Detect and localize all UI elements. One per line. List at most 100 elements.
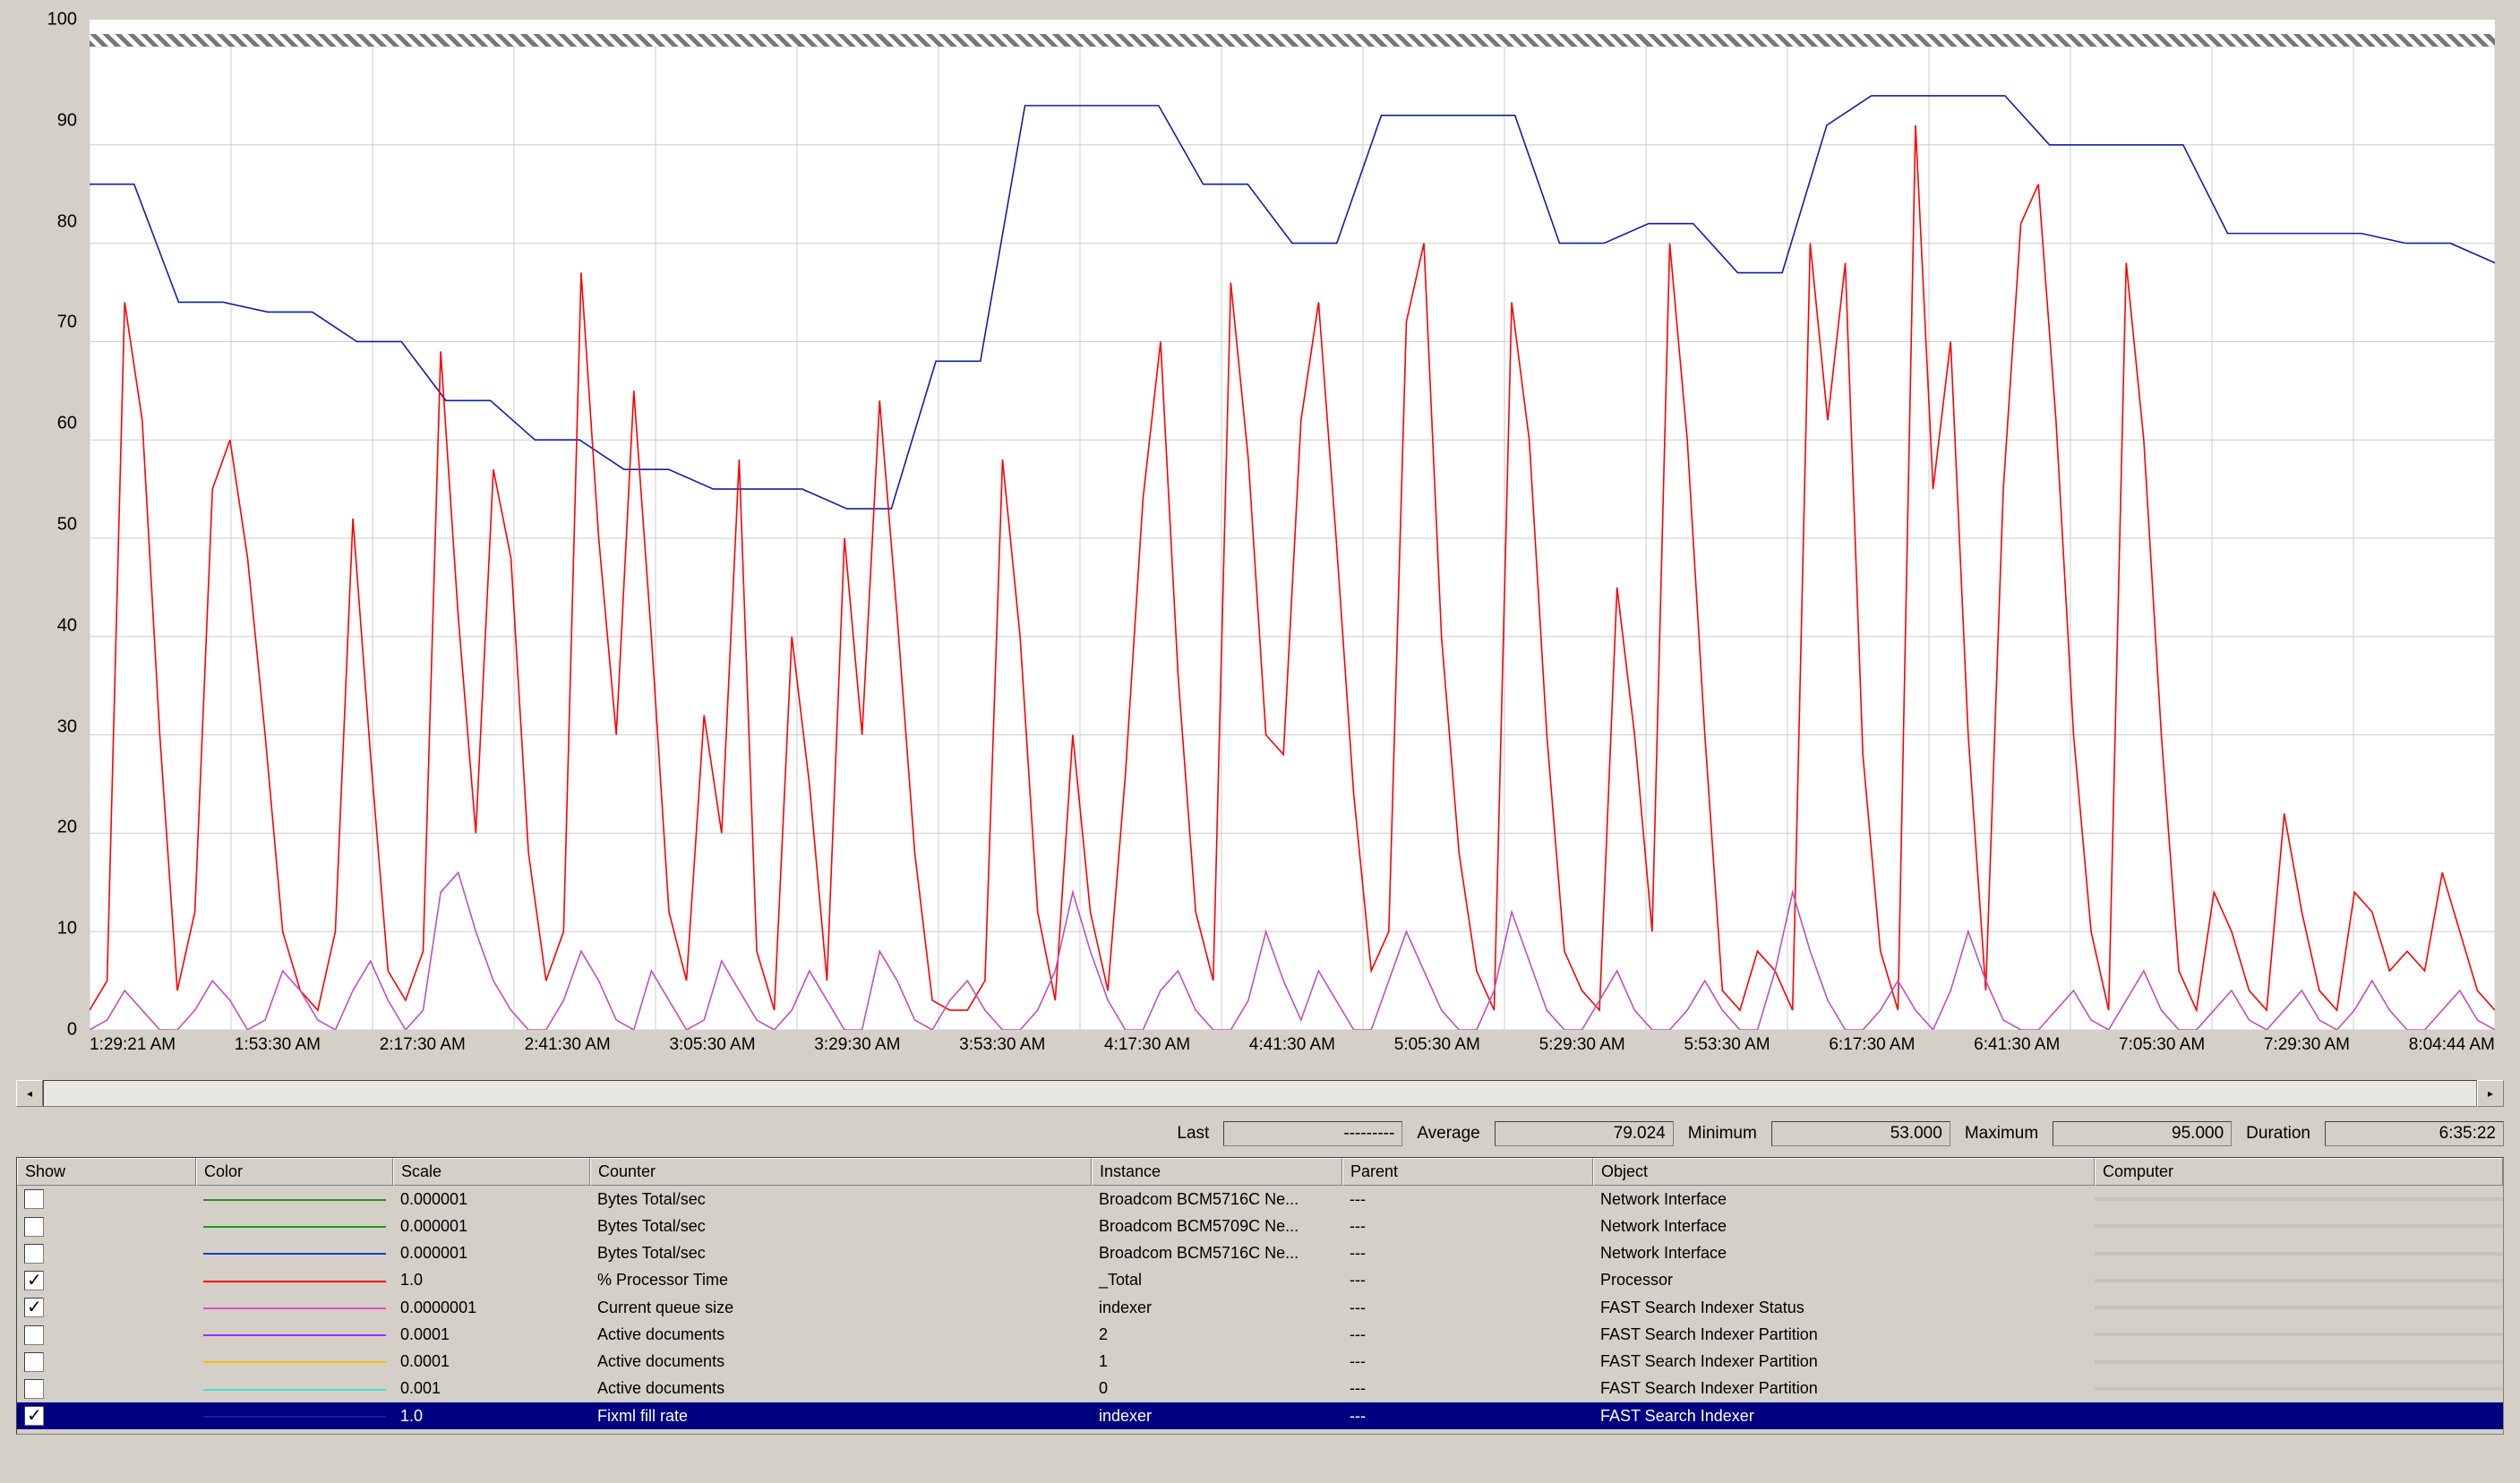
col-color[interactable]: Color: [196, 1158, 393, 1186]
x-tick: 7:05:30 AM: [2119, 1035, 2205, 1069]
x-tick: 3:29:30 AM: [814, 1035, 900, 1069]
instance-cell: Broadcom BCM5716C Ne...: [1092, 1188, 1342, 1211]
legend-row[interactable]: 0.0000001Current queue sizeindexer---FAS…: [17, 1294, 2503, 1321]
show-checkbox[interactable]: [24, 1189, 44, 1209]
counter-cell: % Processor Time: [590, 1269, 1092, 1291]
triangle-left-icon: ◂: [27, 1087, 32, 1100]
legend-row[interactable]: 0.000001Bytes Total/secBroadcom BCM5716C…: [17, 1186, 2503, 1213]
parent-cell: ---: [1342, 1269, 1593, 1291]
scale-cell: 0.0000001: [393, 1297, 590, 1319]
duration-label: Duration: [2246, 1124, 2310, 1144]
show-checkbox[interactable]: [24, 1244, 44, 1264]
object-cell: Network Interface: [1593, 1242, 2095, 1264]
col-instance[interactable]: Instance: [1092, 1158, 1342, 1186]
series-line: [90, 872, 2495, 1030]
legend-row[interactable]: 0.001Active documents0---FAST Search Ind…: [17, 1376, 2503, 1402]
col-computer[interactable]: Computer: [2095, 1158, 2503, 1186]
col-counter[interactable]: Counter: [590, 1158, 1092, 1186]
instance-cell: _Total: [1092, 1269, 1342, 1291]
y-tick: 70: [57, 313, 77, 333]
show-checkbox[interactable]: [24, 1406, 44, 1426]
col-show[interactable]: Show: [17, 1158, 196, 1186]
legend-header-row: Show Color Scale Counter Instance Parent…: [17, 1158, 2503, 1186]
computer-cell: [2095, 1333, 2503, 1336]
x-tick: 5:29:30 AM: [1539, 1035, 1625, 1069]
x-tick: 8:04:44 AM: [2409, 1035, 2495, 1069]
legend-row[interactable]: 1.0% Processor Time_Total---Processor: [17, 1267, 2503, 1294]
horizontal-scrollbar[interactable]: ◂ ▸: [16, 1080, 2504, 1107]
show-checkbox[interactable]: [24, 1379, 44, 1399]
col-object[interactable]: Object: [1593, 1158, 2095, 1186]
legend-row[interactable]: 1.0Fixml fill rateindexer---FAST Search …: [17, 1402, 2503, 1429]
minimum-value: 53.000: [1771, 1121, 1950, 1146]
color-swatch: [203, 1253, 386, 1255]
parent-cell: ---: [1342, 1188, 1593, 1211]
average-label: Average: [1417, 1124, 1479, 1144]
instance-cell: 1: [1092, 1350, 1342, 1373]
show-checkbox[interactable]: [24, 1325, 44, 1345]
show-checkbox[interactable]: [24, 1271, 44, 1290]
computer-cell: [2095, 1224, 2503, 1228]
show-checkbox[interactable]: [24, 1298, 44, 1317]
scale-cell: 0.0001: [393, 1324, 590, 1346]
y-tick: 10: [57, 919, 77, 939]
scroll-track[interactable]: [43, 1080, 2477, 1107]
x-axis-ticks: 1:29:21 AM 1:53:30 AM 2:17:30 AM 2:41:30 AM…: [90, 1035, 2495, 1069]
counter-cell: Active documents: [590, 1324, 1092, 1346]
x-tick: 1:53:30 AM: [235, 1035, 321, 1069]
instance-cell: Broadcom BCM5716C Ne...: [1092, 1242, 1342, 1264]
legend-row[interactable]: 0.000001Bytes Total/secBroadcom BCM5709C…: [17, 1213, 2503, 1239]
counter-cell: Bytes Total/sec: [590, 1188, 1092, 1211]
scale-cell: 0.001: [393, 1377, 590, 1400]
plot-area[interactable]: [90, 20, 2495, 1030]
col-parent[interactable]: Parent: [1342, 1158, 1593, 1186]
y-tick: 0: [67, 1020, 77, 1041]
minimum-label: Minimum: [1688, 1124, 1757, 1144]
x-tick: 4:41:30 AM: [1249, 1035, 1335, 1069]
computer-cell: [2095, 1252, 2503, 1256]
object-cell: FAST Search Indexer Partition: [1593, 1350, 2095, 1373]
computer-cell: [2095, 1279, 2503, 1282]
instance-cell: 2: [1092, 1324, 1342, 1346]
counter-legend-table[interactable]: Show Color Scale Counter Instance Parent…: [16, 1157, 2504, 1435]
color-swatch: [203, 1389, 386, 1391]
y-tick: 50: [57, 515, 77, 536]
scroll-right-button[interactable]: ▸: [2477, 1080, 2504, 1107]
parent-cell: ---: [1342, 1297, 1593, 1319]
scale-cell: 1.0: [393, 1405, 590, 1427]
x-tick: 4:17:30 AM: [1104, 1035, 1190, 1069]
object-cell: FAST Search Indexer Partition: [1593, 1377, 2095, 1400]
parent-cell: ---: [1342, 1242, 1593, 1264]
counter-cell: Current queue size: [590, 1297, 1092, 1319]
color-swatch: [203, 1361, 386, 1363]
y-tick: 90: [57, 110, 77, 131]
col-scale[interactable]: Scale: [393, 1158, 590, 1186]
scroll-left-button[interactable]: ◂: [16, 1080, 43, 1107]
x-tick: 3:05:30 AM: [669, 1035, 755, 1069]
scale-cell: 0.0001: [393, 1350, 590, 1373]
computer-cell: [2095, 1197, 2503, 1201]
chart-svg: [90, 47, 2495, 1030]
maximum-label: Maximum: [1965, 1124, 2038, 1144]
x-tick: 5:05:30 AM: [1394, 1035, 1480, 1069]
color-swatch: [203, 1226, 386, 1228]
show-checkbox[interactable]: [24, 1352, 44, 1372]
counter-cell: Bytes Total/sec: [590, 1215, 1092, 1238]
legend-row[interactable]: 0.0001Active documents2---FAST Search In…: [17, 1321, 2503, 1348]
instance-cell: indexer: [1092, 1405, 1342, 1427]
last-value: ---------: [1223, 1121, 1402, 1146]
scale-cell: 0.000001: [393, 1215, 590, 1238]
triangle-right-icon: ▸: [2488, 1087, 2493, 1100]
x-tick: 5:53:30 AM: [1684, 1035, 1770, 1069]
legend-row[interactable]: 0.000001Bytes Total/secBroadcom BCM5716C…: [17, 1240, 2503, 1267]
object-cell: Network Interface: [1593, 1188, 2095, 1211]
parent-cell: ---: [1342, 1405, 1593, 1427]
show-checkbox[interactable]: [24, 1217, 44, 1237]
parent-cell: ---: [1342, 1215, 1593, 1238]
instance-cell: Broadcom BCM5709C Ne...: [1092, 1215, 1342, 1238]
series-line: [90, 125, 2495, 1010]
x-tick: 2:17:30 AM: [380, 1035, 466, 1069]
legend-row[interactable]: 0.0001Active documents1---FAST Search In…: [17, 1349, 2503, 1376]
x-tick: 1:29:21 AM: [90, 1035, 176, 1069]
x-tick: 2:41:30 AM: [525, 1035, 611, 1069]
